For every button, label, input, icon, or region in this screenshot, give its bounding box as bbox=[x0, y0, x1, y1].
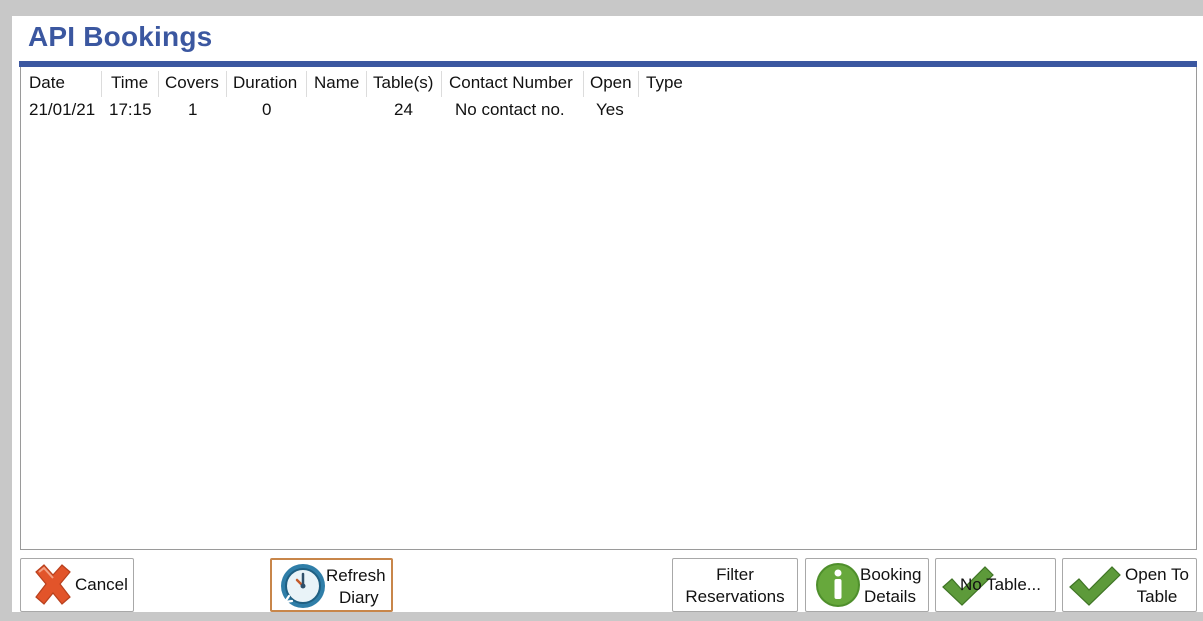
no-table-button[interactable]: No Table... bbox=[935, 558, 1056, 612]
column-header-time[interactable]: Time bbox=[111, 71, 148, 97]
column-header-tables[interactable]: Table(s) bbox=[373, 71, 433, 97]
filter-label-line1: Filter bbox=[716, 565, 754, 584]
window-frame-left bbox=[0, 0, 12, 621]
column-header-type[interactable]: Type bbox=[646, 71, 683, 97]
column-header-date[interactable]: Date bbox=[29, 71, 65, 97]
column-header-duration[interactable]: Duration bbox=[233, 71, 297, 97]
table-row[interactable]: 21/01/21 17:15 1 0 24 No contact no. Yes bbox=[21, 98, 721, 124]
cell-date: 21/01/21 bbox=[29, 100, 96, 119]
cell-time: 17:15 bbox=[109, 100, 152, 119]
column-header-contact-number[interactable]: Contact Number bbox=[449, 71, 573, 97]
details-label-line2: Details bbox=[864, 587, 916, 606]
open-to-table-button[interactable]: Open To Table bbox=[1062, 558, 1197, 612]
bookings-list[interactable]: Date Time Covers Duration Name Table(s) … bbox=[20, 67, 1197, 550]
column-header-open[interactable]: Open bbox=[590, 71, 632, 97]
column-header-covers[interactable]: Covers bbox=[165, 71, 219, 97]
booking-details-button[interactable]: Booking Details bbox=[805, 558, 929, 612]
column-header-name[interactable]: Name bbox=[314, 71, 359, 97]
cell-duration: 0 bbox=[262, 100, 272, 119]
cancel-button[interactable]: Cancel bbox=[20, 558, 134, 612]
clock-refresh-icon bbox=[281, 564, 325, 608]
open-to-table-label-line1: Open To bbox=[1125, 565, 1189, 584]
details-label-line1: Booking bbox=[860, 565, 922, 584]
refresh-diary-button[interactable]: Refresh Diary bbox=[270, 558, 393, 612]
cross-icon bbox=[35, 564, 71, 605]
cell-tables: 24 bbox=[394, 100, 413, 119]
checkmark-icon bbox=[1069, 566, 1121, 606]
open-to-table-label-line2: Table bbox=[1136, 587, 1178, 606]
list-header: Date Time Covers Duration Name Table(s) … bbox=[21, 71, 721, 97]
filter-reservations-button[interactable]: Filter Reservations bbox=[672, 558, 798, 612]
cancel-label: Cancel bbox=[75, 575, 128, 594]
cell-open: Yes bbox=[596, 100, 624, 119]
cell-covers: 1 bbox=[188, 100, 198, 119]
refresh-label-line2: Diary bbox=[339, 588, 379, 607]
no-table-label: No Table... bbox=[960, 575, 1041, 594]
window-frame-top bbox=[0, 0, 1203, 16]
window-title: API Bookings bbox=[28, 21, 213, 52]
cell-contact-number: No contact no. bbox=[455, 100, 565, 119]
info-icon bbox=[816, 563, 860, 607]
filter-label-line2: Reservations bbox=[685, 587, 785, 606]
window-frame-bottom bbox=[0, 612, 1203, 621]
refresh-label-line1: Refresh bbox=[326, 566, 386, 585]
